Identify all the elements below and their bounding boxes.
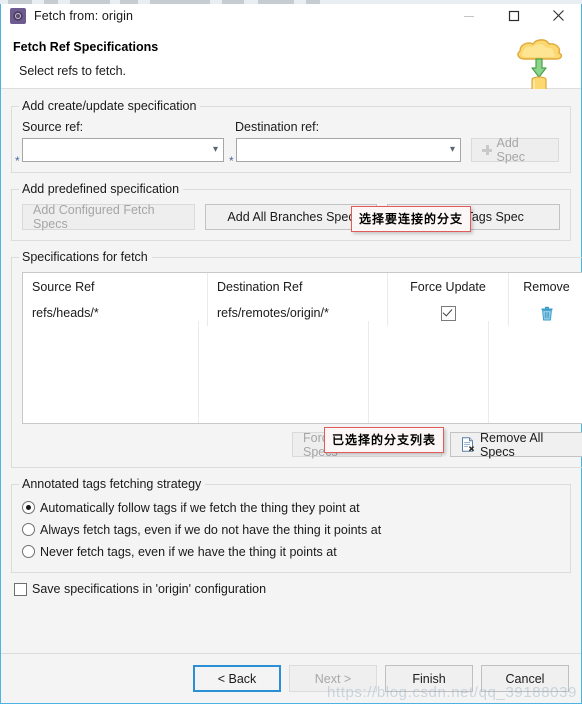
minimize-icon[interactable]: [446, 0, 491, 31]
source-ref-combo-wrap: ▾ *: [15, 138, 224, 167]
ref-combo-row: ▾ * ▾ * Add Spec: [15, 136, 560, 167]
plus-icon: [482, 145, 492, 155]
specifications-legend: Specifications for fetch: [22, 250, 148, 264]
annotated-tags-legend: Annotated tags fetching strategy: [22, 477, 202, 491]
window-title: Fetch from: origin: [34, 8, 134, 23]
save-specifications-checkbox-row[interactable]: Save specifications in 'origin' configur…: [14, 582, 571, 596]
column-header-destination-ref[interactable]: Destination Ref: [207, 273, 388, 300]
column-header-remove[interactable]: Remove: [508, 273, 582, 300]
cell-remove[interactable]: [509, 300, 582, 326]
radio-button-icon[interactable]: [22, 545, 35, 558]
desktop-sliver: [0, 0, 582, 4]
dialog-body: Add create/update specification Source r…: [1, 89, 582, 653]
destination-ref-combo-wrap: ▾ *: [229, 138, 461, 167]
table-actions-row: Force Update All Specs: [22, 430, 582, 459]
next-button[interactable]: Next >: [289, 665, 377, 692]
remove-all-specs-button[interactable]: Remove All Specs: [450, 430, 582, 459]
column-header-force-update[interactable]: Force Update: [387, 273, 509, 300]
predefined-buttons-row: Add Configured Fetch Specs Add All Branc…: [22, 203, 561, 231]
annotation-selected-branch-list: 已选择的分支列表: [324, 427, 445, 453]
wizard-banner: Fetch Ref Specifications Select refs to …: [1, 32, 581, 94]
radio-button-icon[interactable]: [22, 501, 35, 514]
eclipse-egit-icon: [10, 7, 26, 24]
back-button[interactable]: < Back: [193, 665, 281, 692]
annotation-select-branch: 选择要连接的分支: [351, 206, 472, 232]
radio-button-icon[interactable]: [22, 523, 35, 536]
cell-destination-ref: refs/remotes/origin/*: [207, 300, 388, 326]
source-ref-label: Source ref:: [22, 120, 84, 134]
add-spec-button[interactable]: Add Spec: [471, 136, 559, 164]
page-title: Fetch Ref Specifications: [13, 40, 159, 54]
finish-button[interactable]: Finish: [385, 665, 473, 692]
trash-icon[interactable]: [540, 306, 554, 321]
cloud-download-to-database-icon: [511, 33, 567, 95]
page-subtitle: Select refs to fetch.: [19, 64, 126, 78]
specifications-table[interactable]: Source Ref Destination Ref Force Update …: [22, 272, 582, 424]
destination-ref-combo[interactable]: ▾: [236, 138, 461, 162]
add-configured-fetch-specs-button[interactable]: Add Configured Fetch Specs: [22, 203, 195, 231]
save-specifications-label: Save specifications in 'origin' configur…: [32, 582, 267, 596]
fetch-dialog-window: Fetch from: origin Fetch Ref Specificati…: [0, 0, 582, 704]
specifications-for-fetch-group: Specifications for fetch Source Ref Dest…: [11, 250, 582, 468]
destination-ref-label: Destination ref:: [235, 120, 320, 134]
radio-auto-follow-tags-label: Automatically follow tags if we fetch th…: [40, 500, 360, 515]
window-controls: [446, 0, 581, 31]
cell-source-ref: refs/heads/*: [23, 300, 208, 326]
title-bar: Fetch from: origin: [1, 0, 581, 32]
cell-force-update[interactable]: [387, 300, 509, 326]
close-icon[interactable]: [536, 0, 581, 31]
predefined-spec-group: Add predefined specification Add Configu…: [11, 182, 571, 241]
document-delete-icon: [461, 437, 475, 452]
radio-never-fetch-tags[interactable]: Never fetch tags, even if we have the th…: [22, 541, 560, 562]
predefined-spec-legend: Add predefined specification: [22, 182, 180, 196]
chevron-down-icon: ▾: [449, 144, 455, 155]
destination-required-marker: *: [229, 154, 234, 168]
table-header-row: Source Ref Destination Ref Force Update …: [23, 273, 582, 300]
table-row[interactable]: refs/heads/* refs/remotes/origin/*: [23, 300, 582, 326]
chevron-down-icon: ▾: [212, 144, 218, 155]
cancel-button[interactable]: Cancel: [481, 665, 569, 692]
source-ref-combo[interactable]: ▾: [22, 138, 224, 162]
radio-always-fetch-tags-label: Always fetch tags, even if we do not hav…: [40, 522, 382, 537]
add-spec-label: Add Spec: [496, 136, 526, 164]
radio-always-fetch-tags[interactable]: Always fetch tags, even if we do not hav…: [22, 519, 560, 540]
remove-all-specs-label: Remove All Specs: [480, 430, 544, 459]
radio-never-fetch-tags-label: Never fetch tags, even if we have the th…: [40, 544, 337, 559]
annotated-tags-strategy-group: Annotated tags fetching strategy Automat…: [11, 477, 571, 573]
force-update-checkbox[interactable]: [440, 305, 456, 321]
specifications-table-inner: Source Ref Destination Ref Force Update …: [23, 273, 582, 326]
maximize-icon[interactable]: [491, 0, 536, 31]
create-update-spec-legend: Add create/update specification: [22, 99, 197, 113]
column-header-source-ref[interactable]: Source Ref: [23, 273, 208, 300]
ref-labels-row: Source ref: Destination ref:: [22, 120, 560, 134]
screenshot-root: Fetch from: origin Fetch Ref Specificati…: [0, 0, 582, 704]
dialog-footer: < Back Next > Finish Cancel https://blog…: [1, 654, 581, 703]
table-empty-area: [23, 321, 582, 423]
radio-auto-follow-tags[interactable]: Automatically follow tags if we fetch th…: [22, 497, 560, 518]
save-specifications-checkbox[interactable]: [14, 582, 27, 596]
create-update-spec-group: Add create/update specification Source r…: [11, 99, 571, 173]
source-required-marker: *: [15, 154, 20, 168]
